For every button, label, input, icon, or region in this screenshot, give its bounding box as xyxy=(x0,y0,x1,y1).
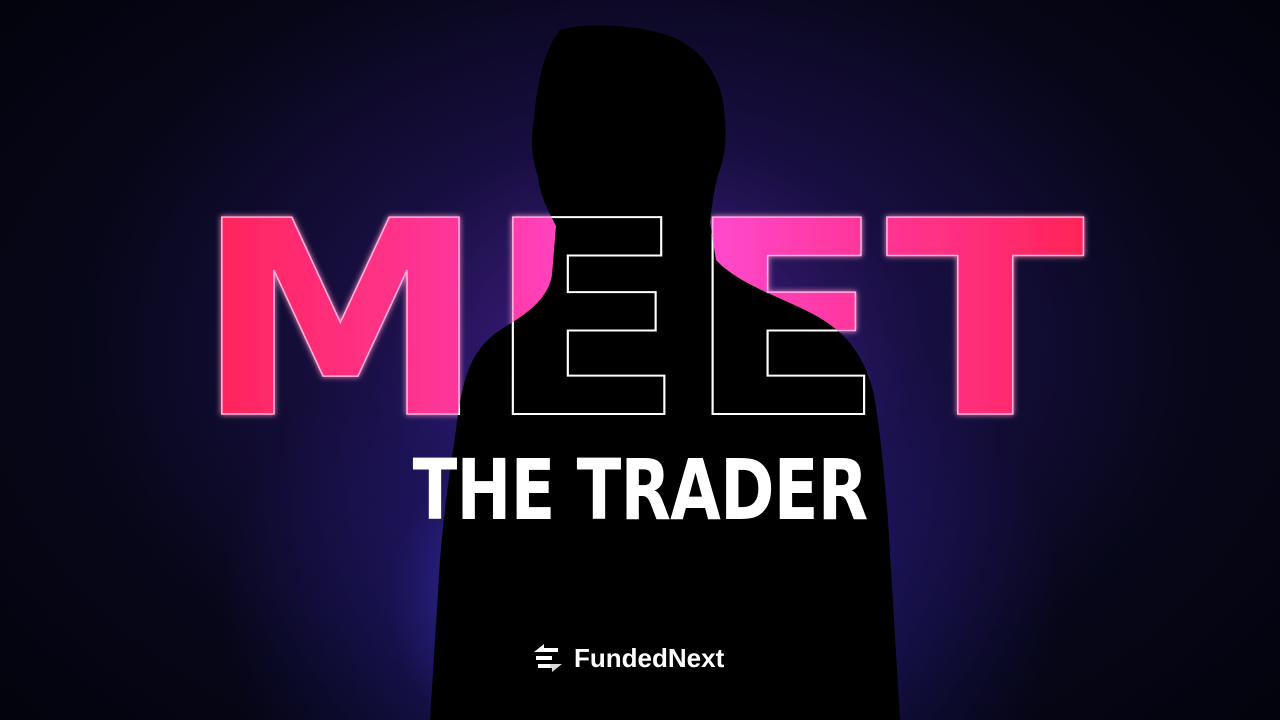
headline-outline: MEET xyxy=(0,180,1280,440)
subtitle: THE TRADER xyxy=(412,441,869,539)
brand-logo: FundedNext xyxy=(528,636,724,680)
fundednext-logo-icon xyxy=(534,644,562,672)
brand-name: FundedNext xyxy=(574,642,725,673)
thumbnail-canvas: MEET MEET THE TRADER Fund xyxy=(0,0,1280,720)
headline-outline-text: MEET xyxy=(195,180,1087,440)
